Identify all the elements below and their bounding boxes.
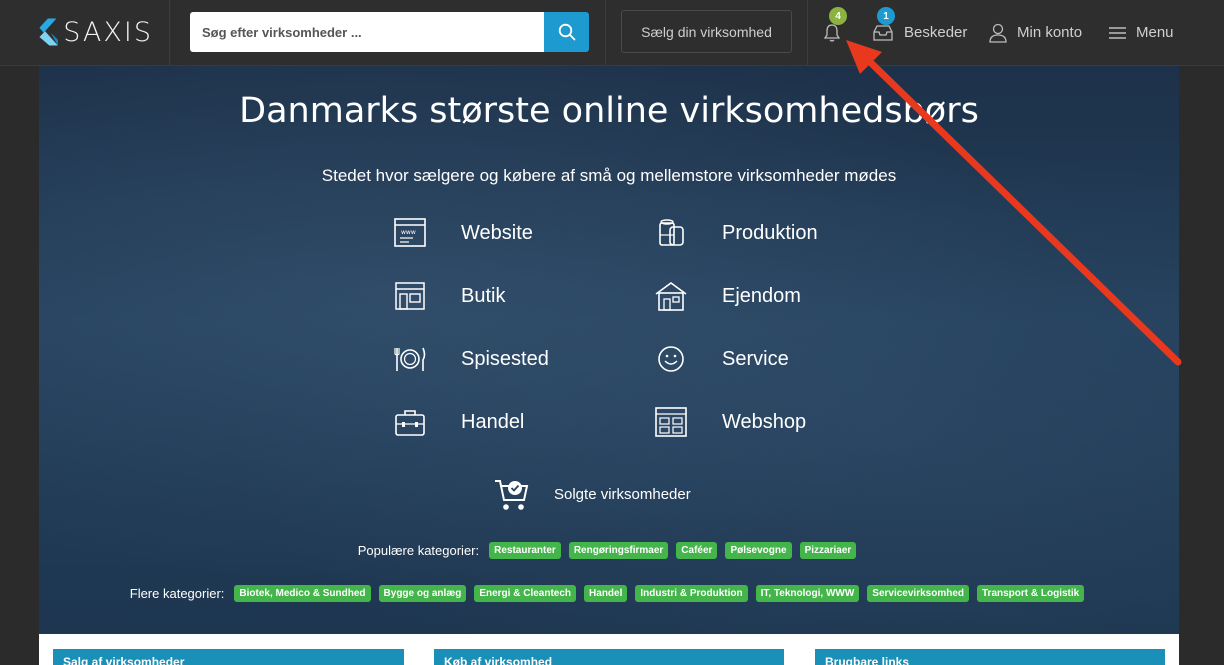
shop-icon [395,282,425,310]
card-links-header[interactable]: Brugbare links [815,649,1165,665]
menu-label: Menu [1136,24,1174,41]
more-categories-label: Flere kategorier: [129,586,225,601]
category-trade[interactable]: Handel [393,404,524,440]
category-property[interactable]: Ejendom [654,278,801,314]
top-header: SAXIS Sælg din virksomhed 4 Beskeder 1 M… [0,0,1224,66]
bell-icon [823,23,841,42]
popular-categories: Populære kategorier: Restauranter Rengør… [39,542,1179,559]
cart-check-icon [495,480,529,510]
category-service[interactable]: Service [654,341,789,377]
account-button[interactable]: Min konto [989,0,1082,65]
category-label: Butik [461,284,506,307]
notifications-badge: 4 [829,7,847,25]
header-divider [605,0,606,65]
sell-company-label: Sælg din virksomhed [641,23,772,40]
category-dining[interactable]: Spisested [393,341,549,377]
search-button[interactable] [544,12,589,52]
inbox-icon [873,24,893,41]
category-tag[interactable]: Industri & Produktion [635,585,748,602]
category-website[interactable]: www Website [393,215,533,251]
hero-subtitle: Stedet hvor sælgere og købere af små og … [321,166,897,185]
category-label: Webshop [722,410,807,433]
category-label: Produktion [722,221,818,244]
header-divider [169,0,170,65]
svg-text:www: www [401,229,416,236]
category-tag[interactable]: Biotek, Medico & Sundhed [234,585,371,602]
category-tag[interactable]: Rengøringsfirmaer [568,542,669,559]
category-tag[interactable]: Transport & Logistik [977,585,1085,602]
saxis-logo-icon [39,18,58,46]
category-production[interactable]: Produktion [654,215,818,251]
category-tag[interactable]: IT, Teknologi, WWW [755,585,860,602]
search-icon [558,23,575,41]
category-tag[interactable]: Restauranter [489,542,561,559]
hero-title: Danmarks største online virksomhedsbørs [239,91,979,131]
sell-company-button[interactable]: Sælg din virksomhed [621,10,792,53]
website-icon: www [394,218,426,247]
logo-text: SAXIS [63,16,153,48]
popular-categories-label: Populære kategorier: [357,543,480,558]
messages-label: Beskeder [904,24,968,41]
category-tag[interactable]: Caféer [676,542,718,559]
card-title: Køb af virksomhed [444,655,553,665]
hero-section: Danmarks største online virksomhedsbørs … [39,66,1179,634]
account-label: Min konto [1017,24,1083,41]
card-title: Salg af virksomheder [63,655,185,665]
category-tag[interactable]: Pølsevogne [725,542,792,559]
webshop-icon [655,407,687,437]
dining-icon [394,347,426,371]
hamburger-icon [1109,26,1126,39]
category-shop[interactable]: Butik [393,278,505,314]
briefcase-icon [395,410,425,436]
more-categories: Flere kategorier: Biotek, Medico & Sundh… [39,585,1179,602]
card-buy-header[interactable]: Køb af virksomhed [434,649,784,665]
category-label: Website [461,221,533,244]
category-tag[interactable]: Energi & Cleantech [474,585,577,602]
category-label: Service [722,347,789,370]
saxis-logo[interactable]: SAXIS [38,10,153,54]
sold-companies-label: Solgte virksomheder [554,485,691,503]
production-icon [659,219,684,246]
user-icon [989,23,1007,43]
menu-button[interactable]: Menu [1109,0,1174,65]
messages-badge: 1 [877,7,895,25]
category-webshop[interactable]: Webshop [654,404,806,440]
category-tag[interactable]: Servicevirksomhed [867,585,969,602]
service-icon [658,346,684,372]
category-label: Spisested [461,347,549,370]
category-label: Ejendom [722,284,801,307]
card-sale-header[interactable]: Salg af virksomheder [53,649,404,665]
card-title: Brugbare links [825,655,910,665]
category-tag[interactable]: Pizzariaer [799,542,857,559]
sold-companies-link[interactable]: Solgte virksomheder [494,474,691,514]
property-icon [655,282,687,311]
category-tag[interactable]: Handel [584,585,628,602]
header-divider [807,0,808,65]
category-label: Handel [461,410,525,433]
category-tag[interactable]: Bygge og anlæg [378,585,467,602]
search-input[interactable] [190,12,544,52]
